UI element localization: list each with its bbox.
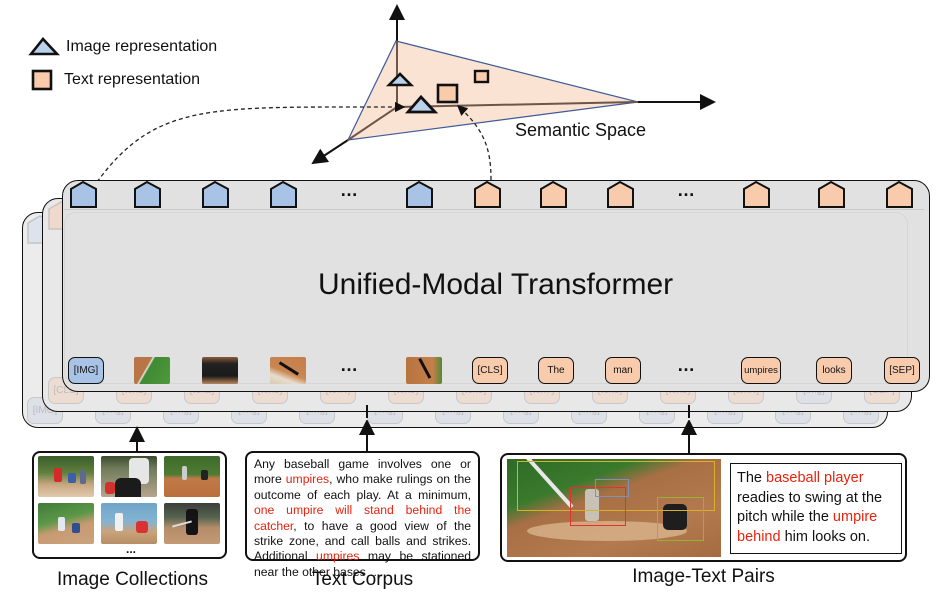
image-patch-token <box>134 357 170 384</box>
pair-image <box>507 459 721 557</box>
thumbnail-batter-swing-catcher <box>38 503 94 544</box>
corpus-highlight: umpires <box>285 472 330 487</box>
text-output-icon <box>607 180 634 208</box>
image-output-icon <box>202 180 229 208</box>
output-ellipsis: … <box>677 180 697 200</box>
text-token: man <box>605 357 641 384</box>
bbox-umpire <box>657 497 704 541</box>
text-token: The <box>538 357 574 384</box>
image-patch-token <box>270 357 306 384</box>
text-point-small <box>473 69 490 84</box>
text-point-large <box>436 83 459 104</box>
image-output-icon <box>270 180 297 208</box>
text-token: looks <box>816 357 852 384</box>
image-text-pairs-panel: The baseball player readies to swing at … <box>500 453 907 562</box>
bbox-bat <box>595 479 629 497</box>
text-token: [SEP] <box>884 357 920 384</box>
thumbnail-batter-closeup-umpire <box>101 456 157 497</box>
image-output-icon <box>134 180 161 208</box>
text-output-icon <box>540 180 567 208</box>
text-output-icon <box>743 180 770 208</box>
input-ellipsis: … <box>340 355 360 375</box>
text-token: umpires <box>741 357 781 384</box>
text-output-icon <box>818 180 845 208</box>
thumbnail-batter-red-jersey <box>38 456 94 497</box>
output-ellipsis: … <box>340 180 360 200</box>
text-corpus-caption: Text Corpus <box>311 569 414 590</box>
text-token: [CLS] <box>472 357 508 384</box>
image-patch-token <box>406 357 442 384</box>
image-patch-token <box>202 357 238 384</box>
transformer-title: Unified-Modal Transformer <box>318 268 674 301</box>
image-output-icon <box>70 180 97 208</box>
pair-caption: The baseball player readies to swing at … <box>730 463 902 554</box>
thumbnail-batter-field-wide <box>164 456 220 497</box>
text-corpus-panel: Any baseball game involves one or more u… <box>245 451 480 579</box>
image-text-pairs-caption: Image-Text Pairs <box>632 566 775 587</box>
image-collections-caption: Image Collections <box>56 569 209 590</box>
pair-caption-highlight: baseball player <box>766 470 864 486</box>
image-output-icon <box>406 180 433 208</box>
pair-caption-text: The <box>737 470 767 486</box>
image-collection-ellipsis: ... <box>126 542 137 556</box>
text-output-icon <box>474 180 501 208</box>
img-token: [IMG] <box>68 357 104 384</box>
thumbnail-batter-blue-sky <box>101 503 157 544</box>
image-collections-panel: ... <box>32 451 227 559</box>
semantic-space-label: Semantic Space <box>515 120 647 140</box>
corpus-highlight: umpires <box>316 549 360 564</box>
semantic-space-diagram <box>96 4 716 183</box>
text-output-icon <box>886 180 913 208</box>
pair-caption-text: him looks on. <box>780 528 871 545</box>
thumbnail-batter-standing-fence <box>164 503 220 544</box>
input-ellipsis: … <box>677 355 697 375</box>
axis-z <box>311 139 349 165</box>
